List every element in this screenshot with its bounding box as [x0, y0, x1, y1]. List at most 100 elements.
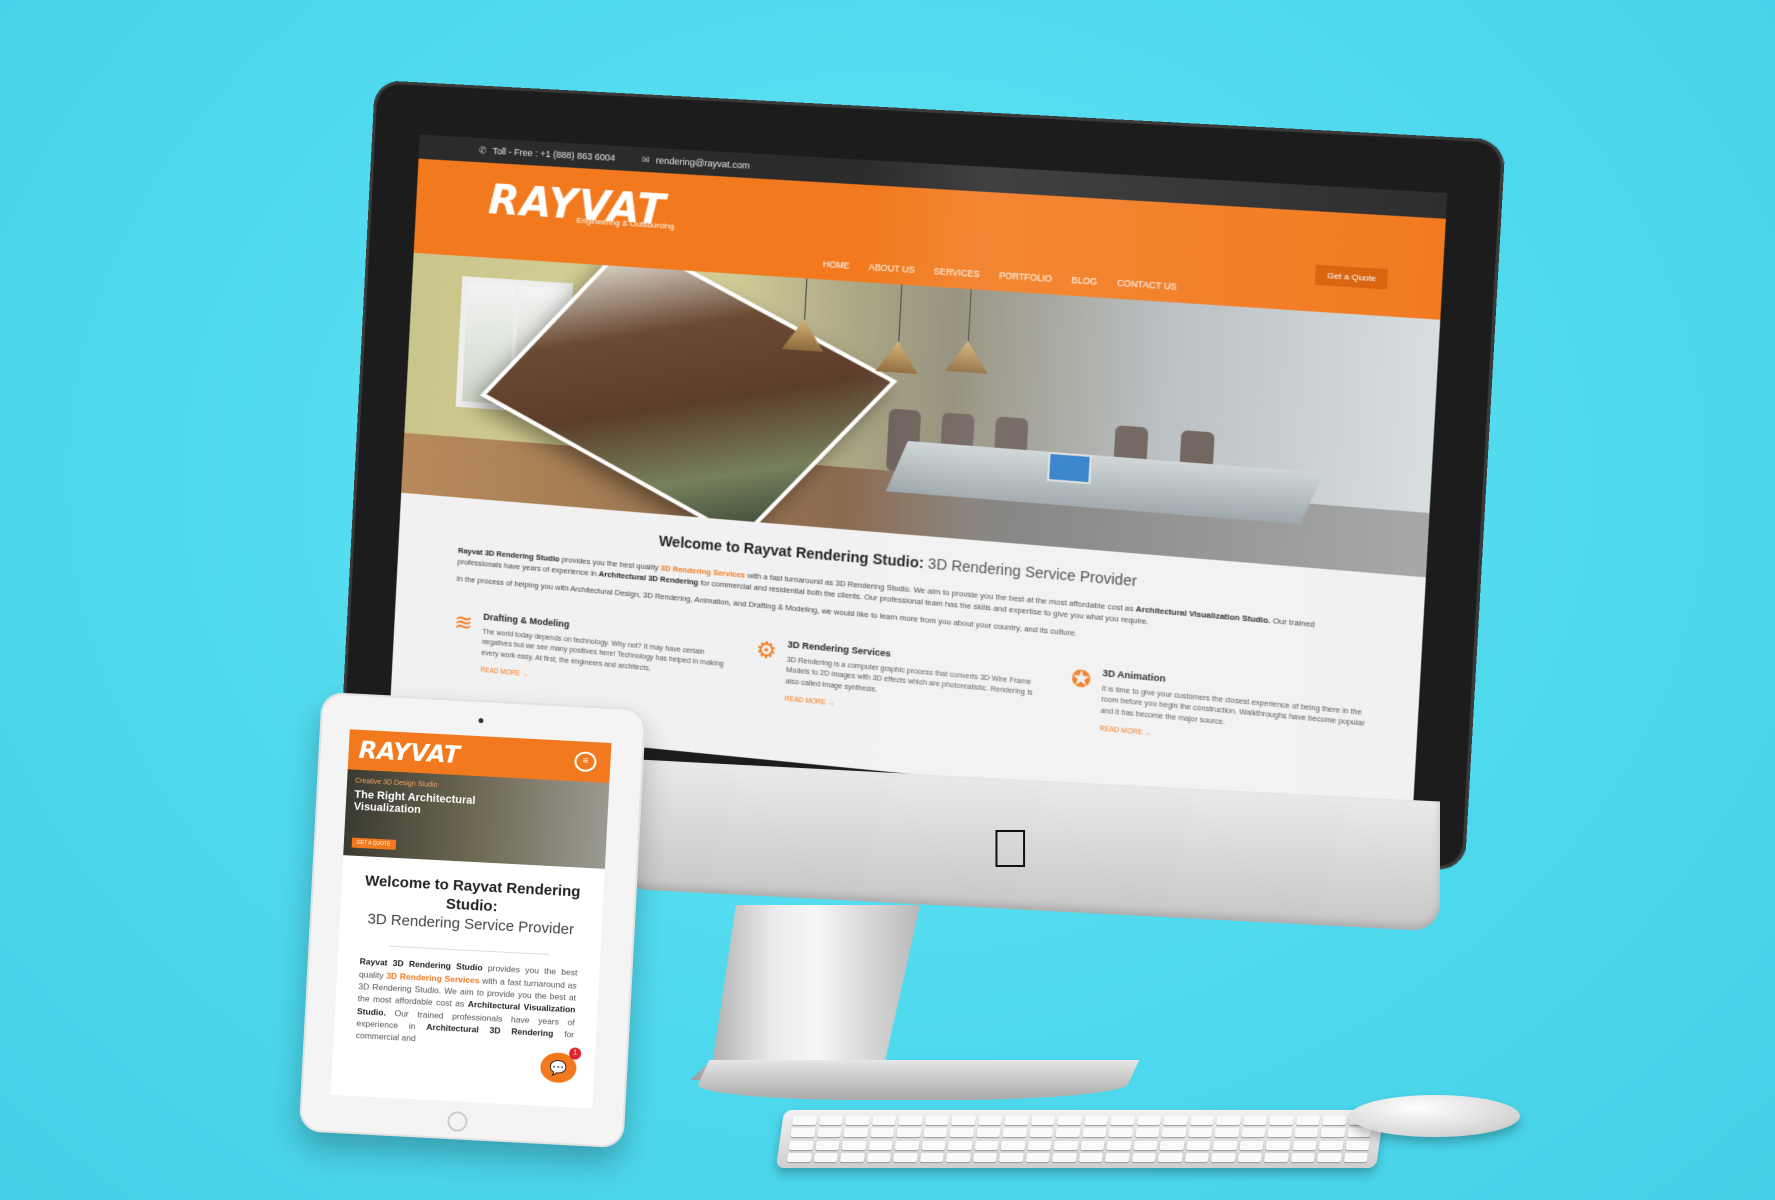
- keyboard-key: [1056, 1116, 1082, 1125]
- keyboard-key: [1212, 1140, 1238, 1150]
- nav-home[interactable]: HOME: [823, 259, 850, 271]
- read-more-link[interactable]: READ MORE →: [1099, 725, 1152, 737]
- keyboard-key: [1025, 1152, 1051, 1162]
- keyboard-key: [869, 1128, 895, 1138]
- pendant-lamp: [945, 340, 990, 374]
- keyboard-key: [1237, 1152, 1263, 1162]
- nav-contact-us[interactable]: CONTACT US: [1117, 278, 1177, 292]
- email-text: rendering@rayvat.com: [655, 154, 751, 171]
- home-button[interactable]: [446, 1110, 468, 1132]
- keyboard-key: [1345, 1140, 1370, 1150]
- keyboard-key: [1078, 1152, 1104, 1162]
- hero-kicker: Creative 3D Design Studio: [354, 777, 438, 789]
- keyboard-key: [1109, 1116, 1135, 1125]
- keyboard-key: [1000, 1140, 1026, 1150]
- keyboard-key: [791, 1116, 817, 1125]
- keyboard-key: [1159, 1140, 1185, 1150]
- keyboard-key: [1134, 1128, 1160, 1138]
- keyboard-key: [815, 1140, 840, 1150]
- pendant-lamp: [875, 340, 919, 374]
- keyboard-key: [972, 1152, 998, 1162]
- keyboard-key: [1055, 1128, 1081, 1138]
- get-a-quote-button[interactable]: Get a Quote: [1315, 264, 1389, 290]
- keyboard-key: [1321, 1116, 1347, 1125]
- keyboard-key: [945, 1152, 971, 1162]
- nav-services[interactable]: SERVICES: [934, 266, 980, 279]
- hero-quote-button[interactable]: GET A QUOTE: [351, 837, 396, 850]
- service-drafting-modeling: ≋ Drafting & Modeling The world today de…: [452, 609, 732, 701]
- keyboard-key: [1210, 1152, 1236, 1162]
- nav-blog[interactable]: BLOG: [1071, 275, 1097, 287]
- keyboard-key: [818, 1116, 844, 1125]
- keyboard-key: [975, 1128, 1001, 1138]
- keyboard-key: [1108, 1128, 1134, 1138]
- keyboard-key: [1136, 1116, 1162, 1125]
- keyboard-key: [947, 1140, 973, 1150]
- keyboard-key: [894, 1140, 920, 1150]
- tablet-hero-banner: Creative 3D Design Studio The Right Arch…: [343, 769, 610, 869]
- keyboard-key: [1267, 1128, 1293, 1138]
- keyboard-key: [813, 1152, 839, 1162]
- keyboard-key: [843, 1128, 869, 1138]
- keyboard-key: [1187, 1128, 1213, 1138]
- keyboard-key: [788, 1140, 814, 1150]
- intro-bold: Architectural Visualization Studio.: [1135, 604, 1271, 626]
- keyboard-key: [1131, 1152, 1157, 1162]
- keyboard-key: [1106, 1140, 1132, 1150]
- keyboard-key: [1081, 1128, 1107, 1138]
- gear-icon: ⚙: [755, 635, 778, 664]
- keyboard-key: [1240, 1128, 1266, 1138]
- keyboard-key: [977, 1116, 1003, 1125]
- read-more-link[interactable]: READ MORE →: [480, 667, 528, 679]
- mail-icon: ✉: [641, 153, 650, 165]
- keyboard-key: [1290, 1152, 1316, 1162]
- nav-about-us[interactable]: ABOUT US: [868, 262, 914, 275]
- keyboard-key: [922, 1128, 948, 1138]
- keyboard-key: [1027, 1140, 1052, 1150]
- keyboard-key: [1320, 1128, 1346, 1138]
- hamburger-menu-icon[interactable]: ≡: [573, 751, 597, 773]
- lamp-cord: [967, 289, 972, 342]
- imac-stand-base: [690, 1060, 1140, 1100]
- keyboard-key: [839, 1152, 865, 1162]
- keyboard-key: [919, 1152, 945, 1162]
- email-contact[interactable]: ✉ rendering@rayvat.com: [642, 154, 751, 171]
- lifebuoy-icon: ✪: [1070, 664, 1092, 693]
- keyboard-key: [841, 1140, 867, 1150]
- keyboard-key: [866, 1152, 892, 1162]
- keyboard-key: [998, 1152, 1024, 1162]
- keyboard-key: [1265, 1140, 1291, 1150]
- laptop: [1046, 451, 1092, 485]
- keyboard-key: [790, 1128, 816, 1138]
- divider: [389, 945, 550, 956]
- phone-contact[interactable]: ✆ Toll - Free : +1 (888) 863 6004: [479, 145, 616, 164]
- keyboard-key: [1293, 1128, 1319, 1138]
- layers-icon: ≋: [453, 608, 474, 636]
- keyboard-key: [1292, 1140, 1317, 1150]
- keyboard-key: [1295, 1116, 1321, 1125]
- keyboard-key: [1184, 1152, 1210, 1162]
- keyboard: [775, 1110, 1385, 1168]
- keyboard-key: [1051, 1152, 1077, 1162]
- keyboard-key: [1242, 1116, 1268, 1125]
- keyboard-key: [1186, 1140, 1211, 1150]
- keyboard-key: [921, 1140, 946, 1150]
- phone-icon: ✆: [478, 144, 487, 156]
- keyboard-key: [974, 1140, 999, 1150]
- nav-portfolio[interactable]: PORTFOLIO: [999, 270, 1052, 284]
- keyboard-key: [1189, 1116, 1215, 1125]
- phone-text: Toll - Free : +1 (888) 863 6004: [492, 145, 616, 163]
- tablet-rayvat-logo[interactable]: RAYVAT: [358, 736, 461, 769]
- keyboard-key: [1214, 1128, 1240, 1138]
- keyboard-key: [924, 1116, 950, 1125]
- lamp-cord: [804, 278, 808, 320]
- chat-notification-badge: 1: [568, 1047, 582, 1060]
- keyboard-key: [1002, 1128, 1028, 1138]
- keyboard-key: [1263, 1152, 1289, 1162]
- keyboard-key: [949, 1128, 975, 1138]
- ipad-device: RAYVAT ≡ Creative 3D Design Studio The R…: [298, 691, 647, 1149]
- keyboard-key: [1316, 1152, 1342, 1162]
- read-more-link[interactable]: READ MORE →: [784, 696, 834, 708]
- keyboard-key: [950, 1116, 976, 1125]
- service-3d-animation: ✪ 3D Animation It is time to give your c…: [1068, 664, 1374, 761]
